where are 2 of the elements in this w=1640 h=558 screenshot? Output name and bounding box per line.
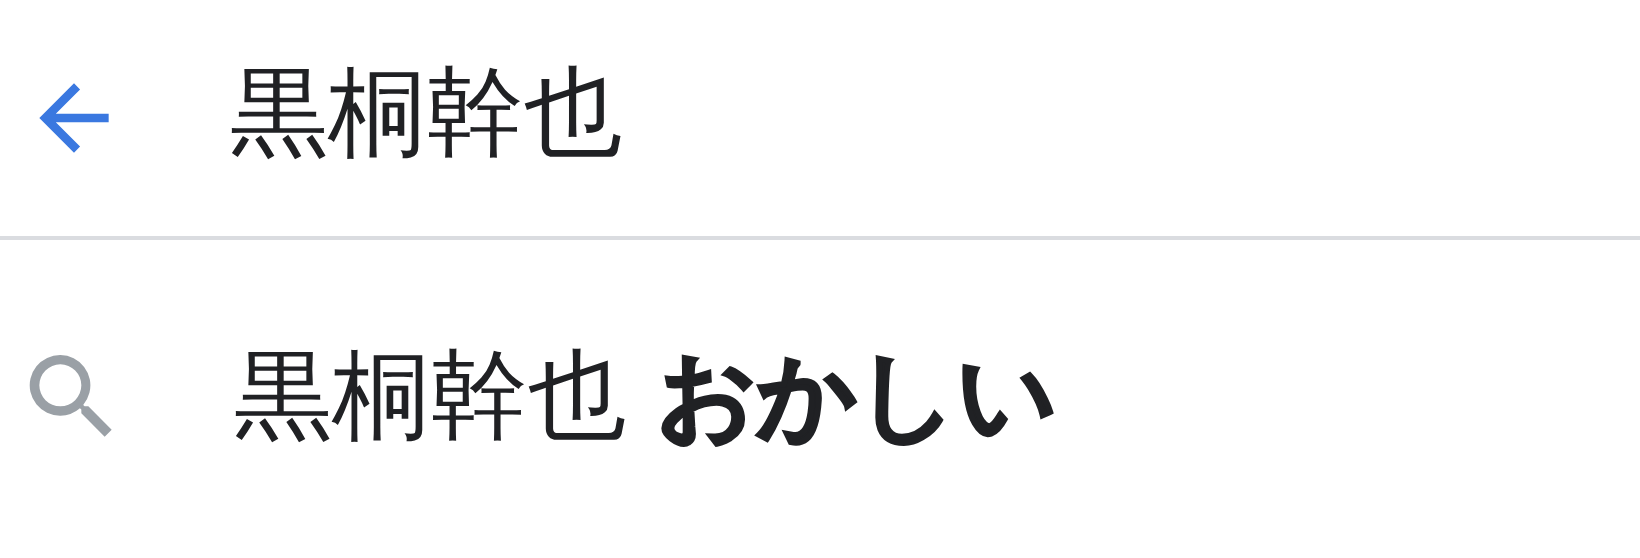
search-field[interactable]: 黒桐幹也 bbox=[230, 57, 1430, 171]
suggestion-item[interactable]: 黒桐幹也 おかしい bbox=[234, 331, 1058, 463]
